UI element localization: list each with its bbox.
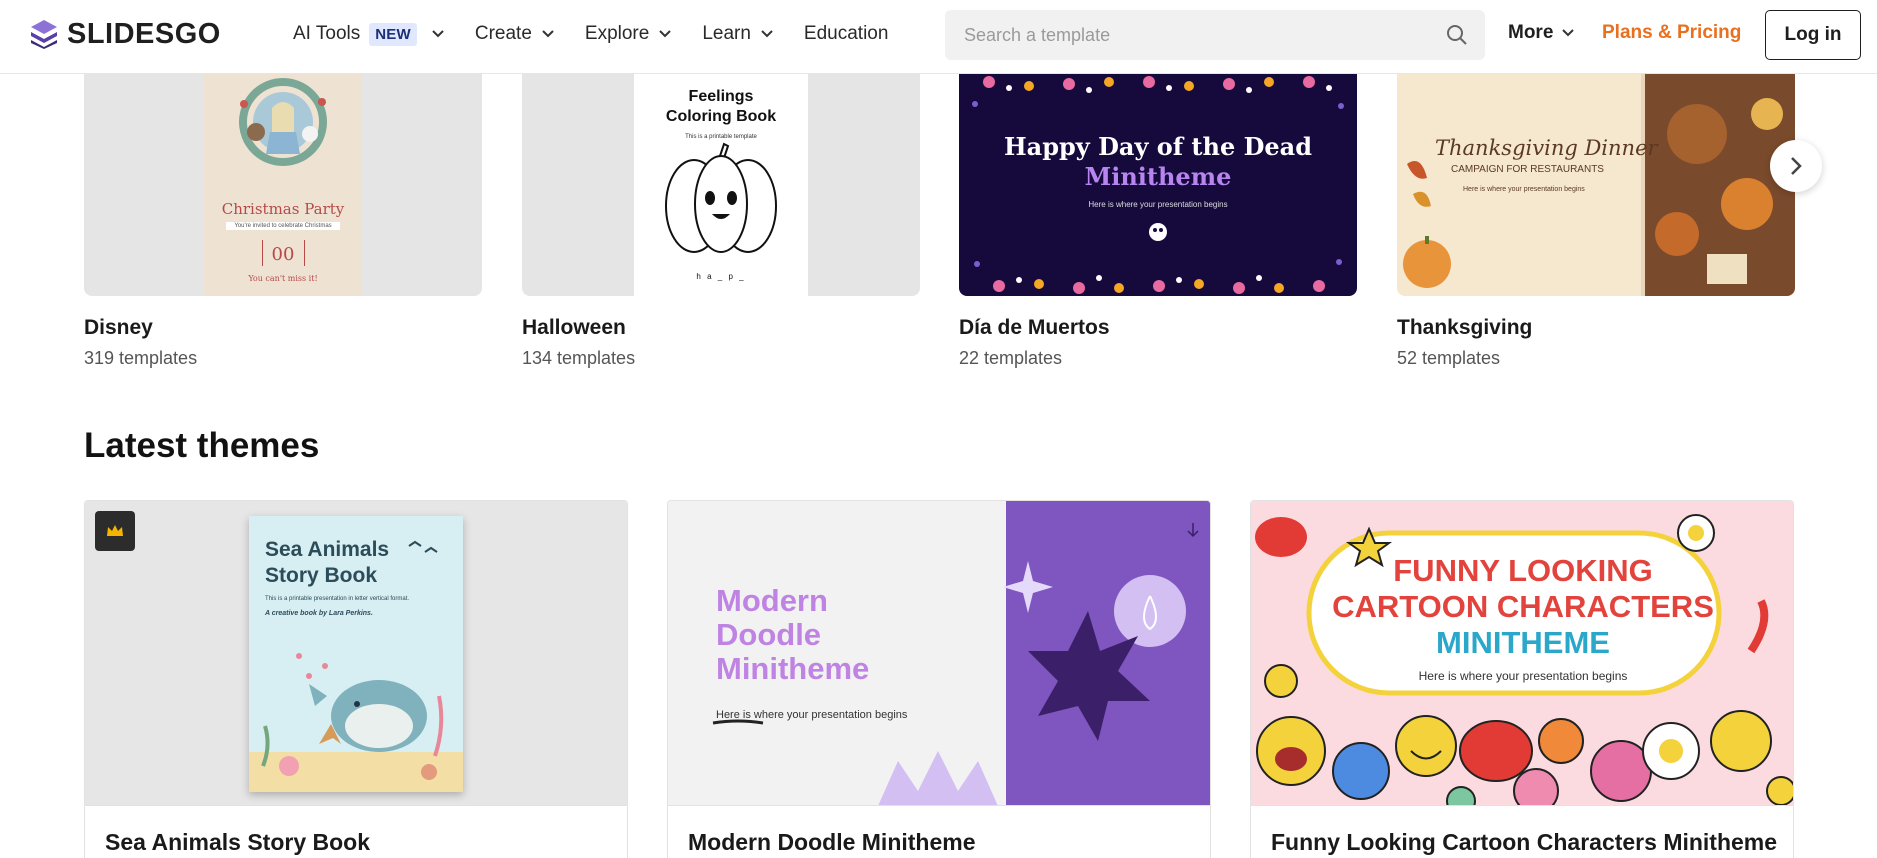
search-icon[interactable] bbox=[1446, 24, 1468, 46]
carousel-next-button[interactable] bbox=[1770, 140, 1822, 192]
disney-heading: Christmas Party bbox=[221, 200, 345, 218]
thanksgiving-dinner-image bbox=[1403, 74, 1795, 296]
theme-title[interactable]: Funny Looking Cartoon Characters Minithe… bbox=[1271, 829, 1777, 856]
login-button[interactable]: Log in bbox=[1765, 10, 1861, 60]
sea-book-cover: Sea Animals Story Book This is a printab… bbox=[249, 516, 463, 792]
category-title[interactable]: Thanksgiving bbox=[1397, 316, 1795, 340]
doodle-heading-2: Doodle bbox=[716, 617, 822, 652]
sea-heading-2: Story Book bbox=[265, 564, 378, 587]
theme-card-funny-cartoon[interactable]: FUNNY LOOKING CARTOON CHARACTERS MINITHE… bbox=[1250, 500, 1794, 858]
category-thumbnail[interactable]: Happy Day of the Dead Minitheme Here is … bbox=[959, 74, 1357, 296]
category-card-thanksgiving[interactable]: Thanksgiving Dinner CAMPAIGN FOR RESTAUR… bbox=[1397, 74, 1795, 369]
theme-card-modern-doodle[interactable]: Modern Doodle Minitheme Here is where yo… bbox=[667, 500, 1211, 858]
category-thumbnail[interactable]: Thanksgiving Dinner CAMPAIGN FOR RESTAUR… bbox=[1397, 74, 1795, 296]
logo-text: SLIDESGO bbox=[67, 17, 221, 50]
logo[interactable]: SLIDESGO bbox=[28, 17, 221, 51]
crown-icon bbox=[107, 525, 123, 536]
pumpkin-illustration bbox=[665, 142, 777, 253]
nav-ai-tools-label: AI Tools bbox=[293, 23, 361, 44]
doodle-subtitle: Here is where your presentation begins bbox=[716, 709, 908, 721]
theme-title[interactable]: Modern Doodle Minitheme bbox=[688, 829, 976, 856]
nav-education[interactable]: Education bbox=[804, 23, 889, 45]
nav-learn[interactable]: Learn bbox=[702, 23, 774, 45]
divider bbox=[262, 240, 263, 266]
chevron-down-icon bbox=[1562, 29, 1575, 37]
nav-learn-label: Learn bbox=[702, 23, 751, 44]
muertos-subtitle: Here is where your presentation begins bbox=[1088, 200, 1228, 209]
theme-thumbnail[interactable]: Modern Doodle Minitheme Here is where yo… bbox=[668, 501, 1210, 806]
sea-subtitle: This is a printable presentation in lett… bbox=[265, 596, 410, 602]
plans-pricing-link[interactable]: Plans & Pricing bbox=[1602, 22, 1741, 44]
category-card-dia-de-muertos[interactable]: Happy Day of the Dead Minitheme Here is … bbox=[959, 74, 1357, 369]
category-count: 319 templates bbox=[84, 348, 198, 368]
category-title[interactable]: Halloween bbox=[522, 316, 920, 340]
category-count: 22 templates bbox=[959, 348, 1063, 368]
chevron-down-icon bbox=[761, 30, 773, 38]
more-label: More bbox=[1508, 22, 1554, 43]
doodle-heading-1: Modern bbox=[716, 583, 828, 618]
cartoon-heading-1: FUNNY LOOKING bbox=[1393, 553, 1653, 588]
disney-subtitle: You're invited to celebrate Christmas bbox=[226, 222, 340, 230]
nav-create-label: Create bbox=[474, 23, 532, 44]
premium-badge bbox=[95, 511, 135, 551]
category-thumbnail[interactable]: Christmas Party You're invited to celebr… bbox=[84, 74, 482, 296]
divider bbox=[304, 240, 305, 266]
category-card-halloween[interactable]: Feelings Coloring Book This is a printab… bbox=[522, 74, 920, 369]
nav-explore-label: Explore bbox=[584, 23, 650, 44]
nav-ai-tools[interactable]: AI Tools NEW bbox=[293, 22, 445, 46]
thanksgiving-heading: Thanksgiving Dinner bbox=[1435, 136, 1658, 160]
nav-explore[interactable]: Explore bbox=[585, 23, 672, 45]
chevron-down-icon bbox=[542, 30, 554, 38]
category-count: 52 templates bbox=[1397, 348, 1501, 368]
halloween-coloring-page: Feelings Coloring Book This is a printab… bbox=[634, 74, 808, 296]
chevron-down-icon bbox=[659, 30, 672, 38]
nav-education-label: Education bbox=[803, 23, 889, 44]
search-input[interactable] bbox=[945, 24, 1415, 46]
theme-card-sea-animals[interactable]: Sea Animals Story Book This is a printab… bbox=[84, 500, 628, 858]
chevron-right-icon bbox=[1791, 157, 1802, 175]
category-thumbnail[interactable]: Feelings Coloring Book This is a printab… bbox=[522, 74, 920, 296]
disney-invite-card: Christmas Party You're invited to celebr… bbox=[204, 74, 362, 296]
thanksgiving-subtitle: CAMPAIGN FOR RESTAURANTS bbox=[1451, 164, 1604, 175]
search-bar bbox=[945, 10, 1485, 60]
muertos-heading-2: Minitheme bbox=[1084, 162, 1232, 191]
chevron-down-icon bbox=[432, 30, 444, 38]
new-badge: NEW bbox=[369, 22, 417, 46]
muertos-heading-1: Happy Day of the Dead bbox=[1003, 132, 1312, 161]
category-count: 134 templates bbox=[522, 348, 636, 368]
category-card-disney[interactable]: Christmas Party You're invited to celebr… bbox=[84, 74, 482, 369]
theme-thumbnail[interactable]: FUNNY LOOKING CARTOON CHARACTERS MINITHE… bbox=[1251, 501, 1793, 806]
halloween-heading-1: Feelings bbox=[688, 88, 754, 105]
sea-author: A creative book by Lara Perkins. bbox=[265, 610, 373, 617]
category-title[interactable]: Disney bbox=[84, 316, 482, 340]
nav-create[interactable]: Create bbox=[475, 23, 555, 45]
more-menu[interactable]: More bbox=[1508, 22, 1575, 44]
halloween-word: h a _ p _ bbox=[696, 272, 746, 281]
theme-title[interactable]: Sea Animals Story Book bbox=[105, 829, 370, 856]
disney-date: 00 bbox=[271, 244, 295, 265]
site-header: SLIDESGO AI Tools NEW Create Explore Lea… bbox=[0, 0, 1877, 74]
cartoon-heading-3: MINITHEME bbox=[1436, 625, 1610, 660]
thanksgiving-subtitle-2: Here is where your presentation begins bbox=[1463, 186, 1585, 193]
disney-footer: You can't miss it! bbox=[248, 274, 318, 283]
sea-heading-1: Sea Animals bbox=[265, 538, 390, 561]
category-title[interactable]: Día de Muertos bbox=[959, 316, 1357, 340]
cartoon-subtitle: Here is where your presentation begins bbox=[1418, 669, 1628, 683]
halloween-heading-2: Coloring Book bbox=[665, 108, 777, 125]
cartoon-heading-2: CARTOON CHARACTERS bbox=[1332, 589, 1714, 624]
latest-themes-heading: Latest themes bbox=[84, 426, 320, 465]
character-wreath-image bbox=[239, 78, 327, 166]
theme-thumbnail[interactable]: Sea Animals Story Book This is a printab… bbox=[85, 501, 627, 806]
doodle-heading-3: Minitheme bbox=[716, 651, 870, 686]
slidesgo-logo-icon bbox=[31, 20, 57, 49]
main-nav: AI Tools NEW Create Explore Learn Educat… bbox=[293, 20, 918, 48]
